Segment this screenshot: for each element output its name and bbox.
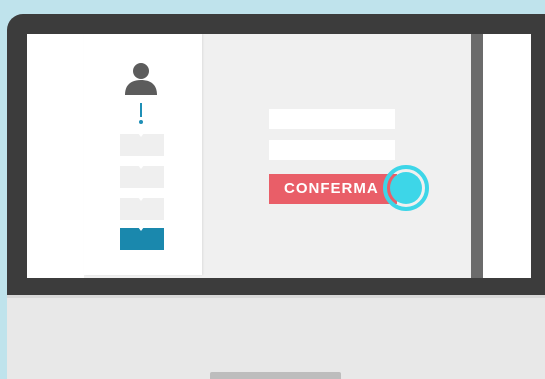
chin-divider [7,295,545,298]
sidebar-item-2[interactable] [120,165,164,188]
form-field-1[interactable] [269,109,395,129]
click-cursor-icon [383,165,429,211]
sidebar-item-4-active[interactable] [120,227,164,250]
sidebar-item-3[interactable] [120,197,164,220]
monitor: CONFERMA [7,14,545,379]
user-avatar-icon [125,63,157,95]
monitor-stand [210,372,341,379]
monitor-chin [7,295,545,379]
page-background: { "form": { "confirm_label": "CONFERMA" … [0,0,545,379]
form-field-2[interactable] [269,140,395,160]
exclamation-icon [138,103,144,125]
sidebar-item-1[interactable] [120,133,164,156]
sidebar [84,34,202,275]
screen: CONFERMA [27,34,531,278]
scrollbar[interactable] [471,34,483,278]
confirm-button[interactable]: CONFERMA [269,174,397,204]
